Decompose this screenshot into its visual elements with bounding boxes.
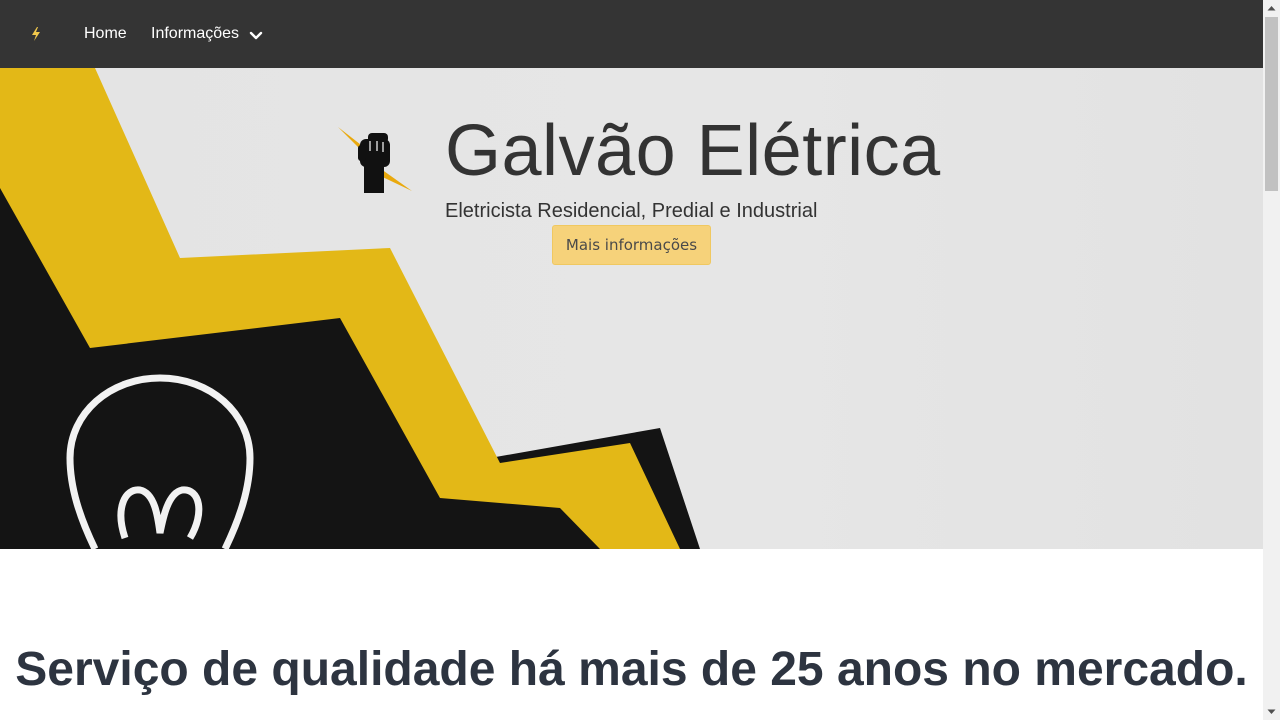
navbar: Home Informações — [0, 0, 1263, 68]
hero-title: Galvão Elétrica — [445, 111, 941, 191]
chevron-down-icon — [249, 31, 263, 39]
hero-section: Galvão Elétrica Eletricista Residencial,… — [0, 68, 1263, 549]
more-info-button[interactable]: Mais informações — [552, 225, 711, 265]
nav-info-label: Informações — [151, 25, 240, 42]
nav-info-dropdown[interactable]: Informações — [151, 24, 263, 44]
page: Home Informações Galvão Elétrica Eletric… — [0, 0, 1263, 720]
scroll-down-icon[interactable] — [1263, 703, 1280, 720]
scroll-up-icon[interactable] — [1263, 0, 1280, 17]
scrollbar-thumb[interactable] — [1265, 17, 1278, 191]
lightning-bolt-icon — [32, 27, 40, 41]
brand-logo[interactable] — [26, 22, 46, 46]
nav-home-link[interactable]: Home — [84, 24, 127, 44]
page-scrollbar[interactable] — [1263, 0, 1280, 720]
hero-subtitle: Eletricista Residencial, Predial e Indus… — [445, 200, 818, 222]
fist-lightning-logo — [338, 127, 412, 193]
section-tagline: Serviço de qualidade há mais de 25 anos … — [15, 643, 1248, 696]
